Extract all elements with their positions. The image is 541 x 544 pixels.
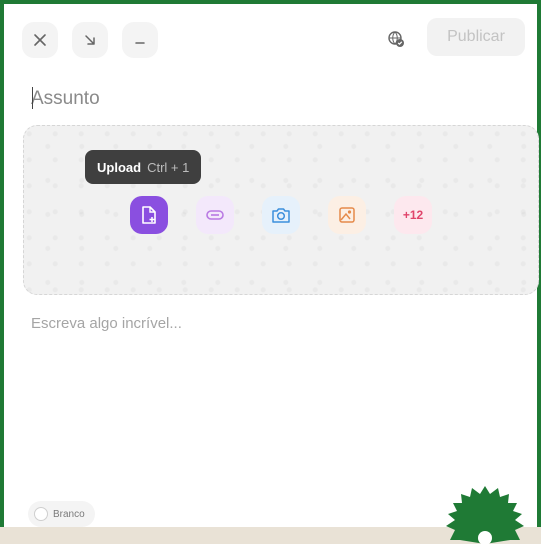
globe-check-icon <box>388 31 404 47</box>
body-textarea[interactable] <box>31 315 521 465</box>
background-option-label: Branco <box>53 508 85 520</box>
upload-file-icon <box>142 206 156 224</box>
tooltip-shortcut: Ctrl + 1 <box>147 159 190 175</box>
composer-toolbar: Publicar <box>22 18 525 58</box>
image-icon <box>339 207 355 223</box>
minus-icon <box>135 42 145 44</box>
upload-tooltip: Upload Ctrl + 1 <box>85 150 202 184</box>
camera-icon <box>272 208 290 223</box>
visibility-status-button[interactable] <box>385 28 407 50</box>
color-swatch-white <box>34 507 48 521</box>
image-button[interactable] <box>328 196 366 234</box>
post-composer-window: Publicar Upload Ctrl + 1 <box>0 0 541 527</box>
upload-button[interactable] <box>130 196 168 234</box>
minimize-button[interactable] <box>122 22 158 58</box>
more-attachments-button[interactable]: +12 <box>394 196 432 234</box>
background-option-branco[interactable]: Branco <box>28 501 95 527</box>
tooltip-label: Upload <box>97 159 142 175</box>
text-caret <box>32 87 33 109</box>
camera-button[interactable] <box>262 196 300 234</box>
subject-input[interactable] <box>31 84 511 114</box>
media-attach-area[interactable]: Upload Ctrl + 1 +12 <box>23 125 539 295</box>
green-star-badge-icon <box>446 486 524 544</box>
close-icon <box>34 34 46 46</box>
close-button[interactable] <box>22 22 58 58</box>
publish-button[interactable]: Publicar <box>427 18 525 56</box>
arrow-down-right-icon <box>85 35 95 45</box>
link-icon <box>206 210 224 220</box>
link-button[interactable] <box>196 196 234 234</box>
minimize-to-corner-button[interactable] <box>72 22 108 58</box>
